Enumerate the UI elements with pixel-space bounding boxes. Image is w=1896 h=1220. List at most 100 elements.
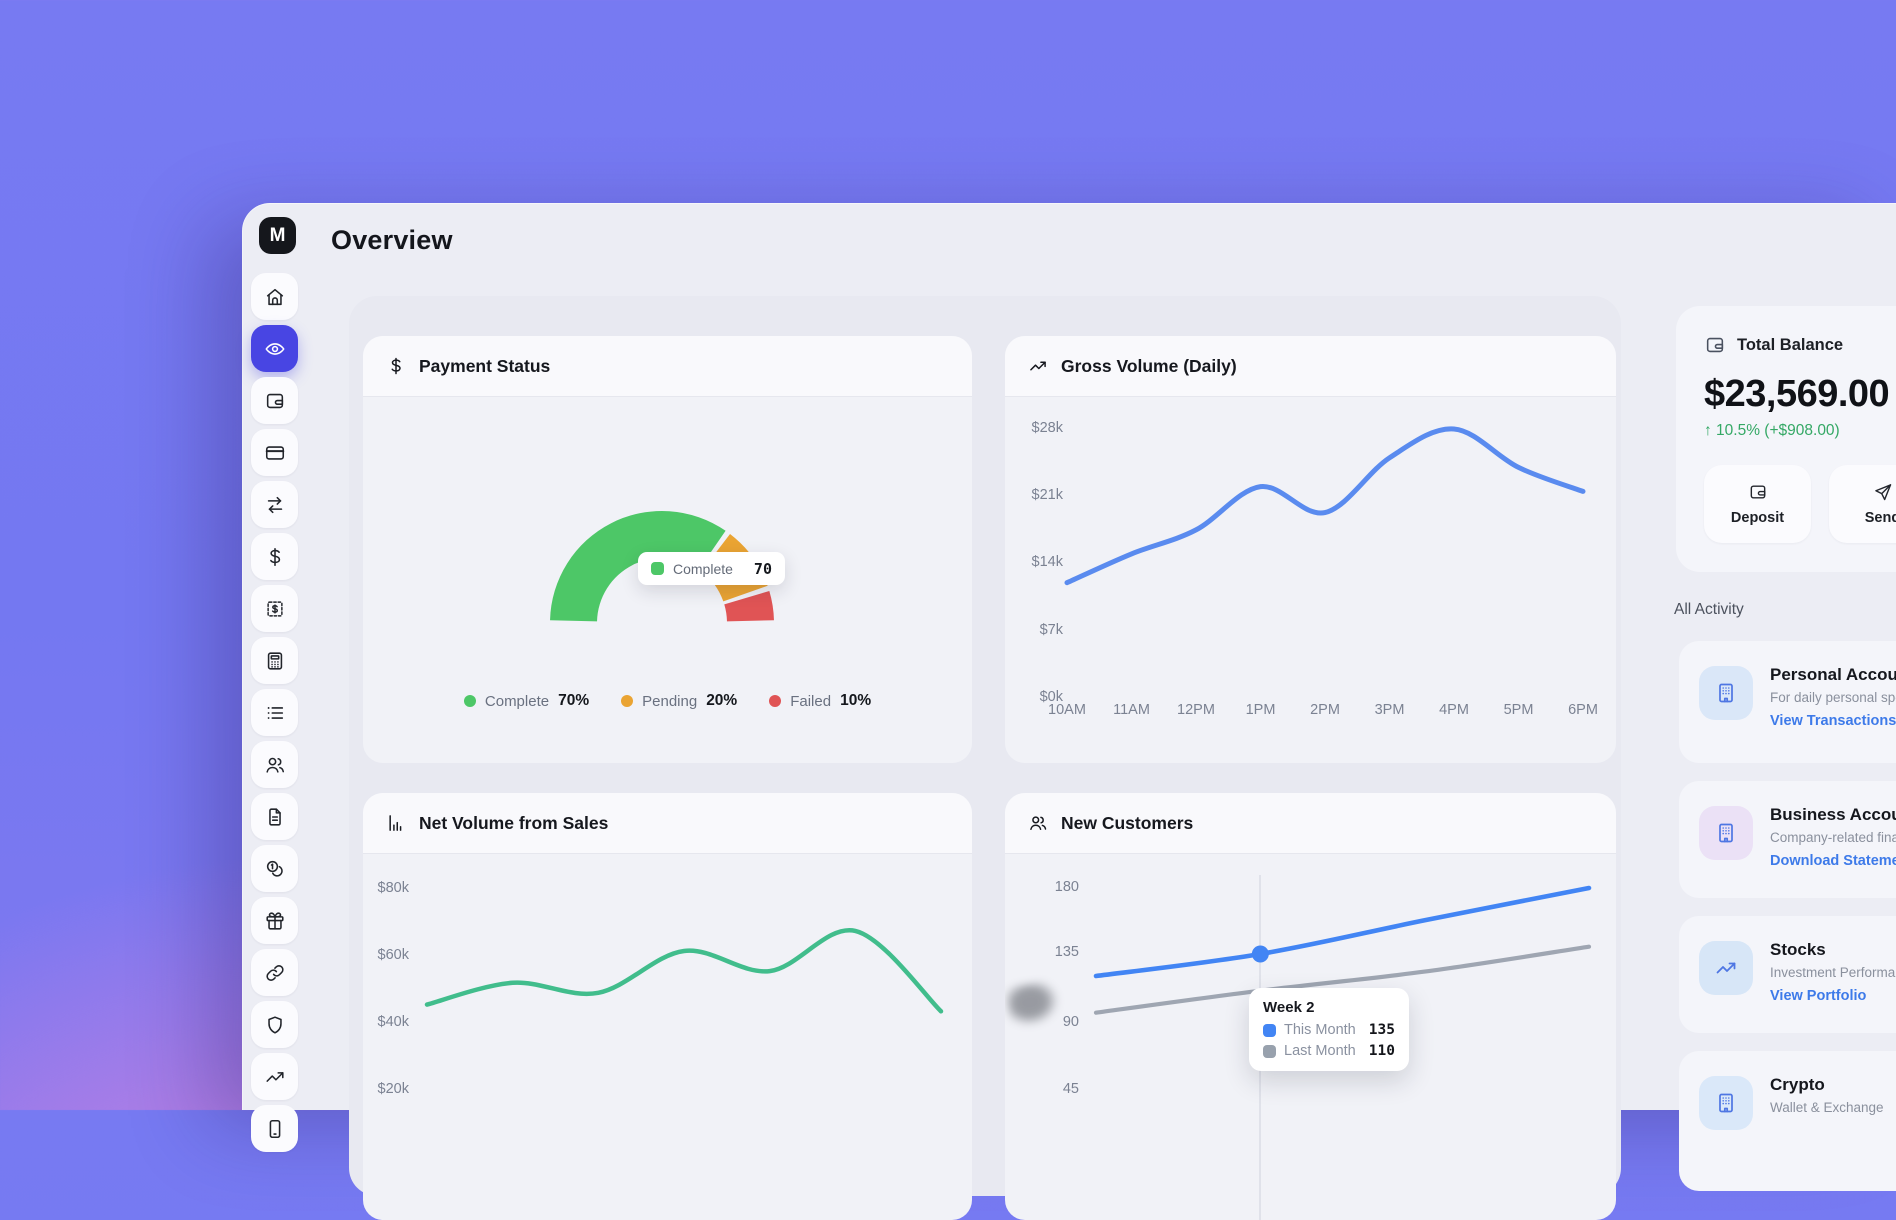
activity-item-title: Crypto	[1770, 1075, 1884, 1095]
tooltip-row: Last Month 110	[1263, 1043, 1395, 1059]
legend-item: Complete 70%	[464, 692, 589, 710]
shield-icon	[264, 1014, 286, 1036]
download-statement-link[interactable]: Download Statement	[1770, 853, 1896, 869]
balance-header: Total Balance	[1704, 334, 1896, 356]
trending-up-icon	[264, 1066, 286, 1088]
y-axis-tick: $80k	[363, 880, 409, 896]
activity-item-content: Business Account Company-related finance…	[1770, 805, 1896, 870]
view-portfolio-link[interactable]: View Portfolio	[1770, 988, 1866, 1004]
sidebar-item-home[interactable]	[251, 273, 298, 320]
cursor-smudge-artifact	[1005, 979, 1062, 1029]
send-button[interactable]: Send	[1829, 465, 1896, 543]
sidebar-item-analytics[interactable]	[251, 1053, 298, 1100]
sidebar-item-invoices[interactable]	[251, 585, 298, 632]
activity-item-title: Stocks	[1770, 940, 1896, 960]
sidebar-item-customers[interactable]	[251, 741, 298, 788]
tooltip-swatch	[651, 562, 664, 575]
y-axis-tick: $14k	[1005, 554, 1063, 570]
sidebar-item-transfers[interactable]	[251, 481, 298, 528]
x-axis-tick: 3PM	[1363, 702, 1417, 718]
legend-label: Complete	[485, 693, 549, 710]
balance-amount: $23,569.00	[1704, 373, 1896, 416]
tooltip-label: Complete	[673, 561, 733, 577]
y-axis-tick: $28k	[1005, 420, 1063, 436]
legend-value: 20%	[706, 692, 737, 710]
sidebar-item-lists[interactable]	[251, 689, 298, 736]
sidebar-item-coins[interactable]	[251, 845, 298, 892]
gauge-tooltip: Complete 70	[638, 552, 785, 585]
app-logo[interactable]: M	[259, 217, 296, 254]
activity-item-subtitle: Investment Performance	[1770, 965, 1896, 980]
trending-up-icon	[1714, 956, 1738, 980]
activity-item-subtitle: Wallet & Exchange	[1770, 1100, 1884, 1115]
view-transactions-link[interactable]: View Transactions	[1770, 713, 1896, 729]
link-icon	[264, 962, 286, 984]
x-axis-tick: 10AM	[1040, 702, 1094, 718]
sidebar-item-wallet[interactable]	[251, 377, 298, 424]
coins-icon	[264, 858, 286, 880]
legend-value: 70%	[558, 692, 589, 710]
x-axis-tick: 12PM	[1169, 702, 1223, 718]
wallet-icon	[1748, 482, 1768, 502]
sidebar-item-overview[interactable]	[251, 325, 298, 372]
y-axis-tick: 45	[1005, 1081, 1079, 1097]
gross-volume-card: Gross Volume (Daily) $28k $21k $14k $7k …	[1005, 336, 1616, 763]
x-axis: 10AM 11AM 12PM 1PM 2PM 3PM 4PM 5PM 6PM	[1040, 702, 1610, 718]
activity-item-title: Business Account	[1770, 805, 1896, 825]
crypto-tile	[1699, 1076, 1753, 1130]
activity-item-content: Personal Account For daily personal spen…	[1770, 665, 1896, 730]
sidebar-item-security[interactable]	[251, 1001, 298, 1048]
legend-label: Pending	[642, 693, 697, 710]
sidebar-item-devices[interactable]	[251, 1105, 298, 1152]
gross-volume-header: Gross Volume (Daily)	[1005, 336, 1616, 397]
legend-dot-failed	[769, 695, 781, 707]
users-icon	[1028, 813, 1048, 833]
net-volume-card: Net Volume from Sales $80k $60k $40k $20…	[363, 793, 972, 1220]
all-activity-title: All Activity	[1674, 601, 1744, 619]
tooltip-value: 110	[1369, 1043, 1395, 1059]
deposit-label: Deposit	[1731, 510, 1784, 526]
main-content: Payment Status Complete 70 Complete 70% …	[349, 296, 1621, 1196]
payment-status-header: Payment Status	[363, 336, 972, 397]
list-icon	[264, 702, 286, 724]
tooltip-value: 70	[754, 560, 772, 578]
chart-tooltip: Week 2 This Month 135 Last Month 110	[1249, 988, 1409, 1071]
bar-chart-icon	[386, 813, 406, 833]
y-axis-tick: $20k	[363, 1081, 409, 1097]
home-icon	[264, 286, 286, 308]
account-tile	[1699, 666, 1753, 720]
activity-item-business-account: Business Account Company-related finance…	[1679, 781, 1896, 898]
legend-value: 10%	[840, 692, 871, 710]
smartphone-icon	[264, 1118, 286, 1140]
legend-label: Failed	[790, 693, 831, 710]
total-balance-card: Total Balance $23,569.00 ↑ 10.5% (+$908.…	[1676, 306, 1896, 572]
account-tile	[1699, 806, 1753, 860]
x-axis-tick: 2PM	[1298, 702, 1352, 718]
sidebar-item-cards[interactable]	[251, 429, 298, 476]
deposit-button[interactable]: Deposit	[1704, 465, 1811, 543]
x-axis-tick: 11AM	[1105, 702, 1159, 718]
stocks-tile	[1699, 941, 1753, 995]
wallet-icon	[264, 390, 286, 412]
activity-item-crypto: Crypto Wallet & Exchange	[1679, 1051, 1896, 1191]
send-label: Send	[1865, 510, 1896, 526]
x-axis-tick: 6PM	[1556, 702, 1610, 718]
card-title: Net Volume from Sales	[419, 813, 608, 834]
sidebar-item-links[interactable]	[251, 949, 298, 996]
sidebar-item-calculator[interactable]	[251, 637, 298, 684]
dollar-icon	[386, 356, 406, 376]
sidebar-item-rewards[interactable]	[251, 897, 298, 944]
sidebar-item-documents[interactable]	[251, 793, 298, 840]
x-axis-tick: 1PM	[1234, 702, 1288, 718]
card-title: Gross Volume (Daily)	[1061, 356, 1237, 377]
y-axis-tick: $21k	[1005, 487, 1063, 503]
sidebar-item-payments[interactable]	[251, 533, 298, 580]
credit-card-icon	[264, 442, 286, 464]
tooltip-label: Last Month	[1284, 1043, 1356, 1059]
file-icon	[264, 806, 286, 828]
balance-change: ↑ 10.5% (+$908.00)	[1704, 422, 1896, 440]
tooltip-value: 135	[1369, 1022, 1395, 1038]
page-title: Overview	[331, 225, 453, 256]
eye-icon	[264, 338, 286, 360]
activity-item-subtitle: For daily personal spending	[1770, 690, 1896, 705]
